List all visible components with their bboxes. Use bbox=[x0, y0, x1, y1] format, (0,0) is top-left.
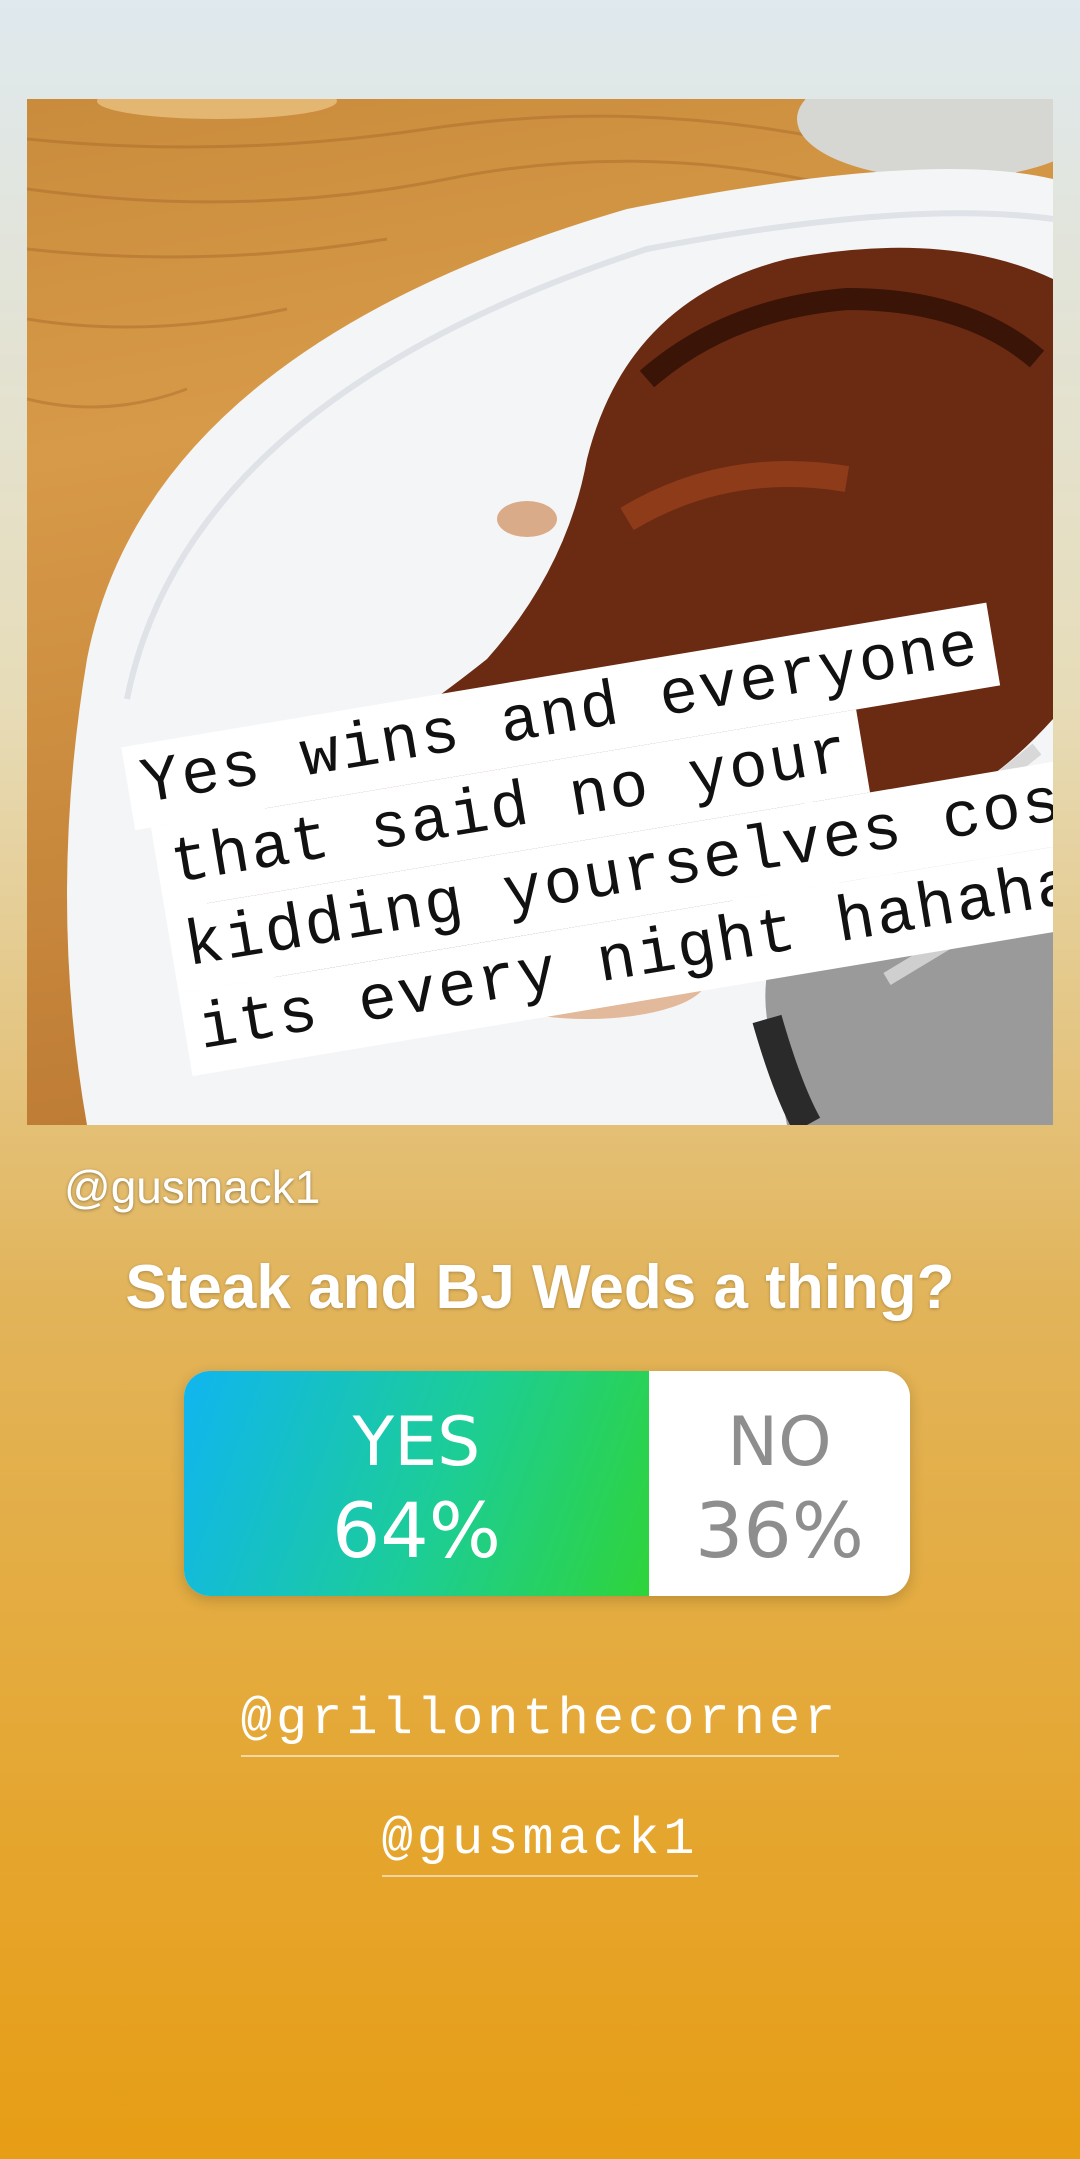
story-photo: Yes wins and everyone that said no your … bbox=[27, 99, 1053, 1125]
poll-option-percent: 36% bbox=[695, 1486, 864, 1575]
poster-username[interactable]: @gusmack1 bbox=[64, 1160, 320, 1214]
poll-option-yes[interactable]: YES 64% bbox=[184, 1371, 649, 1596]
poll-option-label: YES bbox=[352, 1403, 481, 1482]
poll-option-no[interactable]: NO 36% bbox=[649, 1371, 910, 1596]
mention-tag-label: @grillonthecorner bbox=[240, 1690, 840, 1757]
mention-tag-label: @gusmack1 bbox=[381, 1810, 699, 1877]
poll-option-label: NO bbox=[727, 1403, 832, 1482]
caption-text-block: Yes wins and everyone that said no your … bbox=[27, 99, 1053, 1111]
mention-tag[interactable]: @gusmack1 bbox=[0, 1810, 1080, 1877]
poll-widget[interactable]: YES 64% NO 36% bbox=[184, 1371, 910, 1596]
poll-question: Steak and BJ Weds a thing? bbox=[125, 1253, 955, 1322]
poll-option-percent: 64% bbox=[332, 1486, 501, 1575]
mention-tag[interactable]: @grillonthecorner bbox=[0, 1690, 1080, 1757]
